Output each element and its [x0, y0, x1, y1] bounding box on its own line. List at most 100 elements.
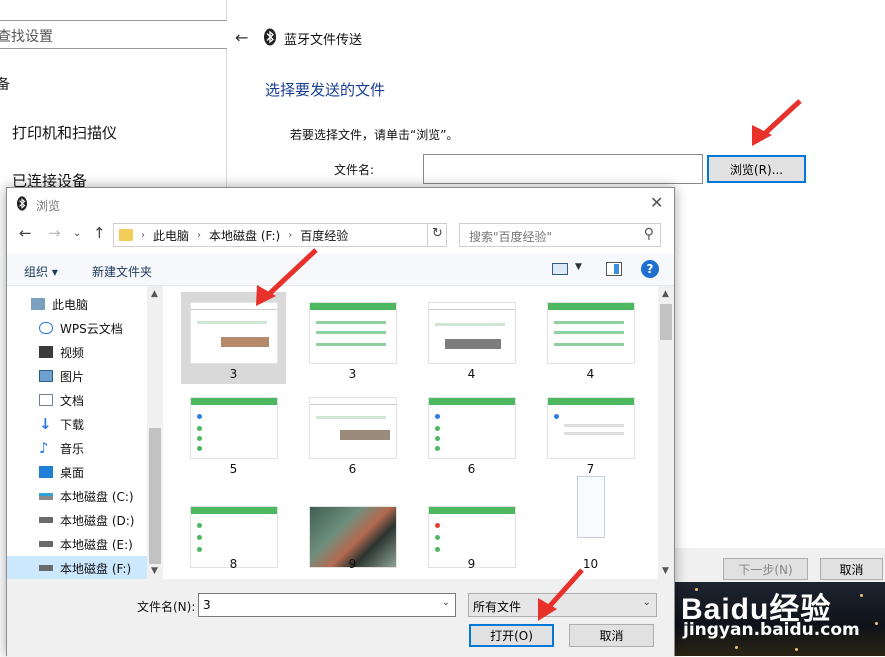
file-item[interactable]: 4 [538, 292, 643, 384]
file-item[interactable]: 6 [300, 387, 405, 479]
nav-label: 桌面 [60, 465, 85, 480]
nav-scrollbar-thumb[interactable] [149, 428, 161, 564]
file-thumbnail [190, 397, 278, 459]
help-icon[interactable]: ? [641, 260, 659, 278]
recent-dropdown-icon[interactable]: ⌄ [73, 228, 81, 239]
filetype-select[interactable]: 所有文件 ⌄ [468, 593, 657, 617]
wizard-heading: 选择要发送的文件 [265, 81, 386, 99]
breadcrumb-pc[interactable]: 此电脑 [153, 227, 189, 244]
nav-label: 视频 [60, 345, 85, 360]
file-item[interactable]: 8 [181, 482, 286, 574]
video-icon [39, 346, 53, 358]
file-thumbnail [547, 476, 635, 568]
chevron-down-icon[interactable]: ⌄ [643, 597, 651, 608]
scroll-up-icon[interactable]: ▲ [662, 289, 669, 299]
file-item[interactable]: 9 [300, 482, 405, 574]
address-bar[interactable]: › 此电脑 › 本地磁盘 (F:) › 百度经验 [113, 223, 447, 247]
file-name: 3 [229, 367, 238, 381]
file-thumbnail [309, 302, 397, 364]
nav-item-downloads[interactable]: ↓ 下载 [7, 412, 147, 436]
settings-search-input[interactable]: 查找设置 [0, 20, 228, 49]
nav-item-drive-e[interactable]: 本地磁盘 (E:) [7, 532, 147, 556]
search-icon[interactable]: ⚲ [644, 226, 654, 242]
wizard-title: 蓝牙文件传送 [284, 33, 363, 48]
file-item[interactable]: 4 [419, 292, 524, 384]
open-button[interactable]: 打开(O) [469, 624, 554, 647]
refresh-icon[interactable]: ↻ [427, 223, 447, 247]
up-icon[interactable]: ↑ [93, 224, 106, 242]
nav-item-documents[interactable]: 文档 [7, 388, 147, 412]
chevron-down-icon[interactable]: ⌄ [442, 597, 450, 608]
back-icon[interactable]: ← [19, 224, 32, 242]
new-folder-button[interactable]: 新建文件夹 [92, 263, 152, 280]
file-item[interactable]: 7 [538, 387, 643, 479]
nav-label: 本地磁盘 (F:) [60, 561, 132, 576]
file-item[interactable]: 3 [181, 292, 286, 384]
bluetooth-icon [17, 196, 27, 211]
file-item[interactable]: 6 [419, 387, 524, 479]
preview-pane-icon[interactable] [606, 262, 622, 276]
nav-label: 图片 [60, 369, 85, 384]
chevron-right-icon: › [197, 229, 202, 241]
dialog-cancel-button[interactable]: 取消 [569, 624, 654, 647]
file-name: 6 [348, 462, 357, 476]
dialog-toolbar: 组织 ▾ 新建文件夹 ▼ ? [7, 254, 674, 286]
file-thumbnail [428, 397, 516, 459]
chevron-right-icon: › [288, 229, 293, 241]
scroll-up-icon[interactable]: ▲ [151, 289, 158, 299]
file-item[interactable]: 9 [419, 482, 524, 574]
drive-icon [39, 517, 53, 523]
filename-value: 3 [203, 598, 211, 612]
dialog-titlebar [7, 188, 674, 219]
next-button[interactable]: 下一步(N) [723, 558, 808, 580]
nav-item-music[interactable]: ♪ 音乐 [7, 436, 147, 460]
nav-item-drive-c[interactable]: 本地磁盘 (C:) [7, 484, 147, 508]
file-name: 9 [348, 557, 357, 571]
forward-icon[interactable]: → [48, 224, 61, 242]
nav-item-wps-cloud[interactable]: WPS云文档 [7, 316, 147, 340]
file-thumbnail [547, 302, 635, 364]
file-name: 4 [586, 367, 595, 381]
search-placeholder: 搜索"百度经验" [469, 230, 553, 244]
chevron-down-icon[interactable]: ▼ [575, 262, 582, 272]
bluetooth-icon [264, 28, 276, 46]
file-item[interactable]: 10 [538, 476, 643, 574]
file-name: 5 [229, 462, 238, 476]
nav-label: 此电脑 [52, 297, 89, 312]
scroll-down-icon[interactable]: ▼ [662, 566, 669, 576]
nav-item-drive-f[interactable]: 本地磁盘 (F:) [7, 556, 147, 579]
nav-item-videos[interactable]: 视频 [7, 340, 147, 364]
wizard-cancel-button[interactable]: 取消 [820, 558, 883, 580]
nav-item-pictures[interactable]: 图片 [7, 364, 147, 388]
nav-label: 音乐 [60, 441, 85, 456]
close-icon[interactable]: ✕ [650, 193, 663, 212]
breadcrumb-folder[interactable]: 百度经验 [300, 227, 348, 244]
settings-section-label: 备 [0, 77, 10, 93]
download-icon: ↓ [39, 415, 52, 433]
file-scrollbar-thumb[interactable] [660, 304, 672, 340]
filename-input[interactable]: 3 ⌄ [198, 593, 456, 617]
file-name: 9 [467, 557, 476, 571]
breadcrumb-drive[interactable]: 本地磁盘 (F:) [209, 227, 280, 244]
nav-label: 文档 [60, 393, 85, 408]
scroll-down-icon[interactable]: ▼ [151, 566, 158, 576]
back-arrow-icon[interactable]: ← [235, 28, 248, 47]
dialog-search-input[interactable]: 搜索"百度经验" ⚲ [459, 223, 661, 247]
view-icon[interactable] [552, 263, 568, 275]
browse-button[interactable]: 浏览(R)... [707, 155, 806, 183]
wizard-filename-input[interactable] [423, 154, 703, 184]
file-thumbnail [190, 302, 278, 364]
settings-item-printers[interactable]: 打印机和扫描仪 [12, 122, 117, 143]
nav-item-desktop[interactable]: 桌面 [7, 460, 147, 484]
filetype-value: 所有文件 [473, 600, 522, 614]
file-item[interactable]: 3 [300, 292, 405, 384]
file-name: 8 [229, 557, 238, 571]
nav-item-this-pc[interactable]: 此电脑 [7, 292, 147, 316]
nav-label: 本地磁盘 (E:) [60, 537, 133, 552]
file-name: 7 [586, 462, 595, 476]
organize-button[interactable]: 组织 ▾ [24, 263, 58, 280]
nav-item-drive-d[interactable]: 本地磁盘 (D:) [7, 508, 147, 532]
file-item[interactable]: 5 [181, 387, 286, 479]
pc-icon [31, 298, 45, 310]
file-thumbnail [309, 397, 397, 459]
